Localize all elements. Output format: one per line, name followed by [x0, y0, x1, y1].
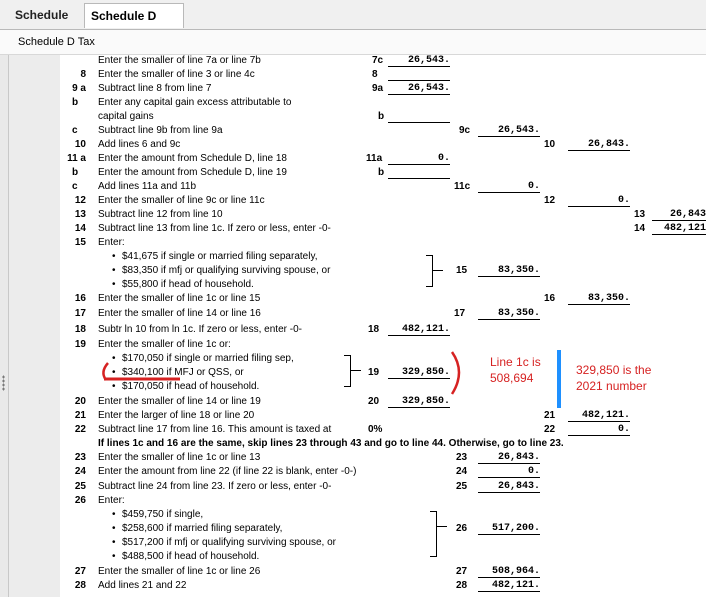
annotation-line1c: Line 1c is 508,694 [490, 355, 541, 385]
red-paren-right [450, 351, 461, 395]
annotation-layer [102, 351, 461, 395]
red-bracket-left [102, 362, 109, 381]
annotation-blue-bar [557, 350, 561, 408]
annotation-2021: 329,850 is the 2021 number [576, 363, 652, 393]
